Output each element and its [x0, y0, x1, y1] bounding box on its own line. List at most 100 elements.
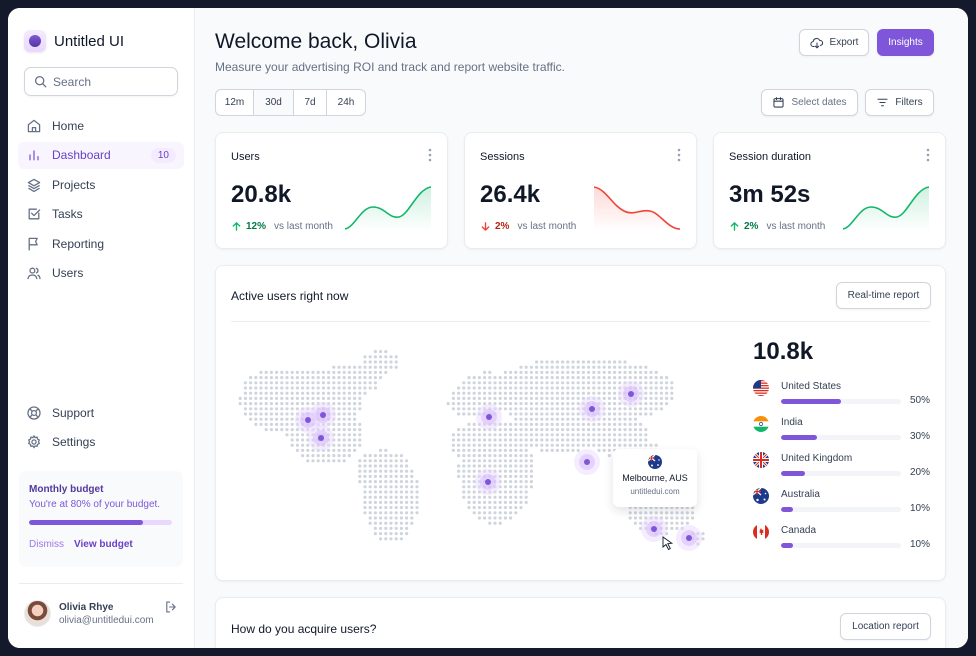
- active-users-card: Active users right now Real-time report …: [215, 265, 946, 581]
- divider: [19, 583, 183, 584]
- country-name: United Kingdom: [781, 453, 853, 464]
- country-row: Canada 10%: [753, 523, 930, 553]
- filters-button[interactable]: Filters: [865, 89, 934, 116]
- calendar-icon: [773, 97, 785, 108]
- tooltip-city: Melbourne, AUS: [622, 473, 688, 483]
- stat-change: 2% vs last month: [480, 221, 576, 232]
- select-dates-button[interactable]: Select dates: [761, 89, 858, 116]
- uk-flag-icon: [753, 452, 769, 468]
- location-report-button[interactable]: Location report: [840, 613, 931, 640]
- stat-change-pct: 12%: [246, 221, 267, 232]
- date-range-toggle: 12m 30d 7d 24h: [215, 89, 366, 116]
- export-button[interactable]: Export: [799, 29, 869, 56]
- acquire-users-card: How do you acquire users? Location repor…: [215, 597, 946, 648]
- logo-mark-icon: [24, 30, 46, 52]
- australia-flag-icon: [648, 455, 662, 469]
- user-profile[interactable]: Olivia Rhye olivia@untitledui.com: [24, 600, 154, 627]
- country-bar: [781, 471, 901, 476]
- stat-change: 2% vs last month: [729, 221, 825, 232]
- location-tooltip: Melbourne, AUS untitledui.com: [613, 449, 697, 507]
- stat-title: Session duration: [729, 151, 811, 163]
- sidebar-item-label: Reporting: [52, 236, 105, 251]
- sidebar-item-label: Dashboard: [52, 148, 111, 162]
- us-flag-icon: [753, 380, 769, 396]
- stat-change-vs: vs last month: [517, 221, 577, 232]
- country-pct: 10%: [909, 539, 930, 550]
- logout-icon[interactable]: [164, 600, 178, 619]
- logo[interactable]: Untitled UI: [24, 30, 124, 52]
- country-name: Australia: [781, 489, 820, 500]
- home-icon: [26, 118, 42, 134]
- country-row: India 30%: [753, 415, 930, 445]
- budget-card: Monthly budget You're at 80% of your bud…: [19, 471, 183, 567]
- budget-title: Monthly budget: [29, 484, 104, 495]
- sidebar-item-label: Settings: [52, 435, 96, 449]
- location-report-label: Location report: [852, 621, 919, 632]
- tooltip-url: untitledui.com: [630, 487, 680, 496]
- layers-icon: [26, 177, 42, 193]
- country-bar: [781, 435, 901, 440]
- search-input[interactable]: [53, 74, 163, 89]
- main-nav: Home Dashboard 10 Projects Tasks Reporti…: [18, 112, 184, 289]
- real-time-report-label: Real-time report: [847, 290, 920, 301]
- secondary-nav: Support Settings: [18, 399, 184, 458]
- divider: [231, 321, 930, 322]
- country-pct: 30%: [909, 431, 930, 442]
- sidebar-item-tasks[interactable]: Tasks: [18, 201, 184, 228]
- more-vertical-icon[interactable]: [926, 148, 930, 167]
- app-window: Untitled UI Home Dashboard 10 Projects: [8, 8, 968, 648]
- arrow-up-icon: [232, 222, 241, 231]
- filters-label: Filters: [895, 97, 923, 108]
- sidebar-item-label: Users: [52, 266, 84, 280]
- australia-flag-icon: [753, 488, 769, 504]
- active-users-total: 10.8k: [753, 338, 814, 365]
- view-budget-link[interactable]: View budget: [74, 539, 133, 550]
- stat-value: 3m 52s: [729, 181, 811, 208]
- avatar: [24, 600, 51, 627]
- sidebar-item-users[interactable]: Users: [18, 260, 184, 287]
- export-label: Export: [829, 37, 859, 48]
- sidebar-item-projects[interactable]: Projects: [18, 171, 184, 198]
- sidebar-item-label: Home: [52, 118, 85, 133]
- real-time-report-button[interactable]: Real-time report: [836, 282, 931, 309]
- arrow-up-icon: [730, 222, 739, 231]
- search-icon: [34, 75, 47, 88]
- page-title: Welcome back, Olivia: [215, 30, 417, 53]
- more-vertical-icon[interactable]: [677, 148, 681, 167]
- budget-progress-fill: [29, 520, 144, 525]
- insights-button[interactable]: Insights: [877, 29, 934, 56]
- stat-change-pct: 2%: [744, 221, 759, 232]
- budget-progress: [29, 520, 172, 525]
- range-12m[interactable]: 12m: [216, 90, 254, 115]
- main-content: Welcome back, Olivia Measure your advert…: [195, 8, 968, 648]
- sidebar-item-support[interactable]: Support: [18, 399, 184, 426]
- search-box[interactable]: [24, 67, 178, 96]
- country-bar-fill: [781, 435, 817, 440]
- country-bar: [781, 543, 901, 548]
- range-7d[interactable]: 7d: [294, 90, 327, 115]
- country-bar-fill: [781, 471, 805, 476]
- sidebar-item-dashboard[interactable]: Dashboard 10: [18, 141, 184, 169]
- sidebar-item-settings[interactable]: Settings: [18, 429, 184, 456]
- range-24h[interactable]: 24h: [327, 90, 365, 115]
- sidebar-item-label: Projects: [52, 177, 96, 192]
- sidebar-item-reporting[interactable]: Reporting: [18, 230, 184, 257]
- stat-change-vs: vs last month: [274, 221, 333, 232]
- sidebar-item-home[interactable]: Home: [18, 112, 184, 139]
- budget-text: You're at 80% of your budget.: [29, 499, 161, 510]
- users-sparkline: [345, 186, 432, 231]
- filter-lines-icon: [877, 98, 888, 107]
- users-icon: [26, 265, 42, 281]
- country-pct: 50%: [909, 395, 930, 406]
- canada-flag-icon: [753, 524, 769, 540]
- section-title: How do you acquire users?: [231, 622, 377, 636]
- more-vertical-icon[interactable]: [428, 148, 432, 167]
- country-name: Canada: [781, 525, 817, 536]
- life-buoy-icon: [26, 405, 42, 421]
- stat-value: 20.8k: [231, 181, 292, 208]
- select-dates-label: Select dates: [791, 97, 847, 108]
- range-30d[interactable]: 30d: [254, 90, 294, 115]
- country-bar: [781, 507, 901, 512]
- stat-value: 26.4k: [480, 181, 541, 208]
- dismiss-link[interactable]: Dismiss: [29, 539, 64, 550]
